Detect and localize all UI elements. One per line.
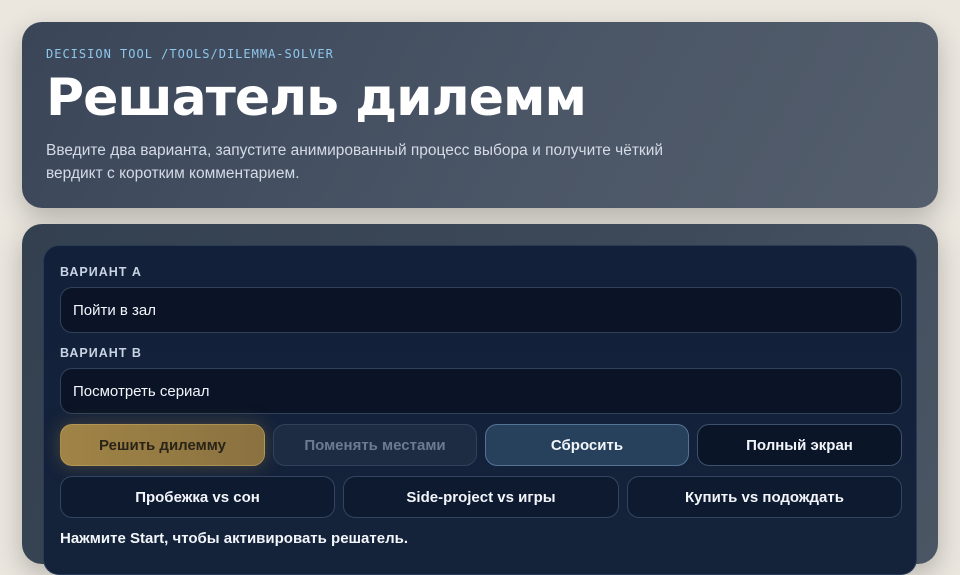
preset-button-buy-vs-wait[interactable]: Купить vs подождать xyxy=(627,476,902,518)
solver-panel: ВАРИАНТ A ВАРИАНТ B Решить дилемму Помен… xyxy=(43,245,917,575)
main-card: ВАРИАНТ A ВАРИАНТ B Решить дилемму Помен… xyxy=(22,224,938,575)
reset-button[interactable]: Сбросить xyxy=(485,424,689,466)
status-text: Нажмите Start, чтобы активировать решате… xyxy=(60,530,408,547)
option-b-input[interactable] xyxy=(60,368,902,414)
page-title: Решатель дилемм xyxy=(46,68,587,128)
swap-button[interactable]: Поменять местами xyxy=(273,424,477,466)
breadcrumb: DECISION TOOL /TOOLS/DILEMMA-SOLVER xyxy=(46,47,334,61)
option-b-label: ВАРИАНТ B xyxy=(60,346,142,360)
page-subtitle: Введите два варианта, запустите анимиров… xyxy=(46,142,664,182)
header-card: DECISION TOOL /TOOLS/DILEMMA-SOLVER Реша… xyxy=(22,22,938,208)
preset-button-sideproject-vs-games[interactable]: Side-project vs игры xyxy=(343,476,619,518)
option-a-label: ВАРИАНТ A xyxy=(60,265,142,279)
preset-button-run-vs-sleep[interactable]: Пробежка vs сон xyxy=(60,476,335,518)
option-a-input[interactable] xyxy=(60,287,902,333)
fullscreen-button[interactable]: Полный экран xyxy=(697,424,902,466)
solve-button[interactable]: Решить дилемму xyxy=(60,424,265,466)
